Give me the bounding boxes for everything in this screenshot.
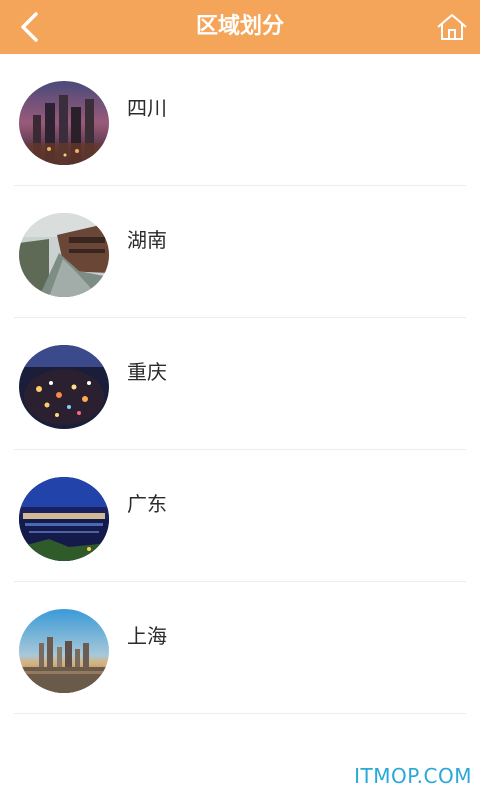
region-label: 湖南 (127, 228, 167, 252)
region-list: 四川 湖南 重庆 广东 上海 (0, 54, 480, 714)
region-item-hunan[interactable]: 湖南 (14, 186, 466, 318)
region-thumbnail (19, 213, 109, 297)
home-icon (437, 14, 467, 40)
region-item-sichuan[interactable]: 四川 (14, 54, 466, 186)
region-thumbnail (19, 345, 109, 429)
region-thumbnail (19, 81, 109, 165)
region-item-guangdong[interactable]: 广东 (14, 450, 466, 582)
region-thumbnail (19, 609, 109, 693)
region-item-shanghai[interactable]: 上海 (14, 582, 466, 714)
region-label: 上海 (127, 624, 167, 648)
watermark: ITMOP.COM (354, 764, 472, 788)
region-label: 四川 (127, 96, 167, 120)
home-button[interactable] (434, 9, 470, 45)
region-thumbnail (19, 477, 109, 561)
region-label: 重庆 (127, 360, 167, 384)
region-label: 广东 (127, 492, 167, 516)
region-item-chongqing[interactable]: 重庆 (14, 318, 466, 450)
page-title: 区域划分 (195, 14, 284, 39)
app-header: 区域划分 (0, 0, 480, 54)
